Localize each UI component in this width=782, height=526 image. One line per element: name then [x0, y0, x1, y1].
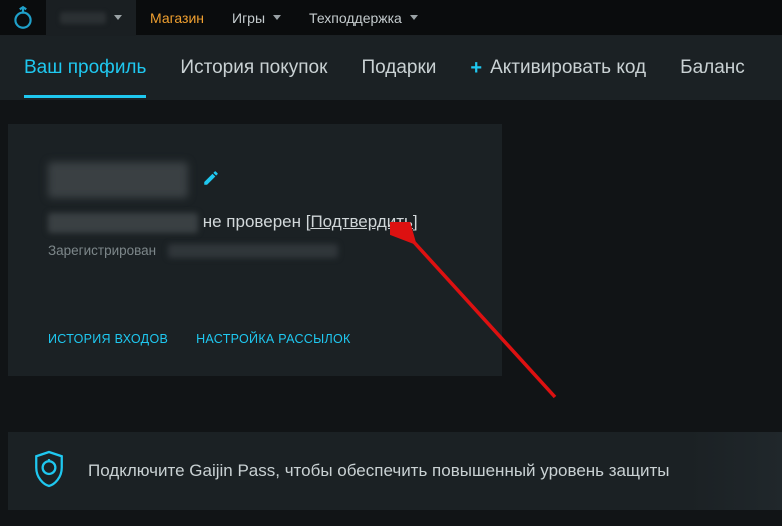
profile-card: не проверен [Подтвердить] Зарегистрирова… [8, 124, 502, 376]
nav-user-menu[interactable] [46, 0, 136, 36]
tab-gifts[interactable]: Подарки [361, 39, 436, 97]
confirm-email-link[interactable]: Подтвердить [310, 212, 412, 231]
tab-balance[interactable]: Баланс [680, 39, 745, 97]
email-status-row: не проверен [Подтвердить] [48, 212, 462, 233]
chevron-down-icon [273, 15, 281, 20]
sub-nav: Ваш профиль История покупок Подарки + Ак… [0, 36, 782, 100]
username-redacted [48, 162, 188, 198]
gaijin-pass-banner[interactable]: Подключите Gaijin Pass, чтобы обеспечить… [8, 432, 782, 510]
shield-icon [32, 449, 66, 494]
nav-store[interactable]: Магазин [136, 0, 218, 36]
chevron-down-icon [114, 15, 122, 20]
nav-games[interactable]: Игры [218, 0, 295, 36]
email-redacted [48, 213, 198, 233]
mailing-settings-link[interactable]: НАСТРОЙКА РАССЫЛОК [196, 332, 351, 346]
registered-row: Зарегистрирован [48, 243, 462, 258]
tab-activate-code[interactable]: + Активировать код [470, 39, 646, 98]
nav-support[interactable]: Техподдержка [295, 0, 432, 36]
plus-icon: + [470, 57, 482, 80]
top-nav: Магазин Игры Техподдержка [0, 0, 782, 36]
registered-date-redacted [168, 244, 338, 258]
login-history-link[interactable]: ИСТОРИЯ ВХОДОВ [48, 332, 168, 346]
gaijin-pass-text: Подключите Gaijin Pass, чтобы обеспечить… [88, 461, 670, 481]
site-logo[interactable] [8, 3, 38, 33]
edit-username-button[interactable] [202, 169, 220, 192]
tab-profile[interactable]: Ваш профиль [24, 39, 146, 98]
tab-purchase-history[interactable]: История покупок [180, 39, 327, 97]
chevron-down-icon [410, 15, 418, 20]
